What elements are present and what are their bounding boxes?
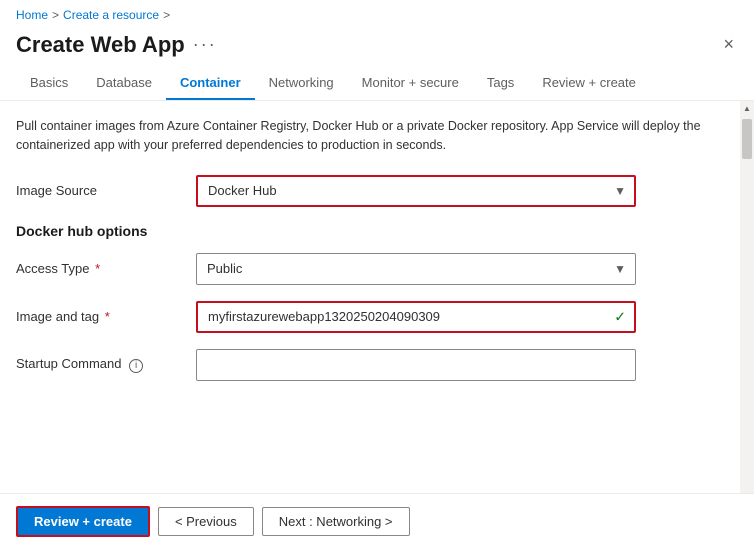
scroll-up-icon[interactable]: ▲ (740, 101, 754, 115)
scrollbar-thumb[interactable] (742, 119, 752, 159)
breadcrumb-sep1: > (52, 8, 59, 22)
tab-tags[interactable]: Tags (473, 67, 528, 100)
startup-command-row: Startup Command i (16, 349, 738, 381)
access-type-label: Access Type * (16, 261, 196, 276)
footer: Review + create < Previous Next : Networ… (0, 493, 754, 549)
access-type-row: Access Type * Public Private ▼ (16, 253, 738, 285)
review-create-button[interactable]: Review + create (16, 506, 150, 537)
scrollbar: ▲ ▼ (740, 101, 754, 535)
tab-monitor[interactable]: Monitor + secure (348, 67, 473, 100)
image-source-select[interactable]: Docker Hub Azure Container Registry Priv… (196, 175, 636, 207)
tab-database[interactable]: Database (82, 67, 166, 100)
tab-basics[interactable]: Basics (16, 67, 82, 100)
image-source-label: Image Source (16, 183, 196, 198)
section-description: Pull container images from Azure Contain… (16, 117, 738, 155)
page-header: Create Web App ··· × (0, 26, 754, 67)
tab-review-create[interactable]: Review + create (528, 67, 650, 100)
tab-networking[interactable]: Networking (255, 67, 348, 100)
tab-container[interactable]: Container (166, 67, 255, 100)
image-tag-check-icon: ✓ (614, 308, 626, 325)
image-tag-required-marker: * (105, 309, 110, 324)
startup-command-input[interactable] (196, 349, 636, 381)
close-button[interactable]: × (719, 30, 738, 59)
access-type-required-marker: * (95, 261, 100, 276)
image-source-row: Image Source Docker Hub Azure Container … (16, 175, 738, 207)
more-options-icon[interactable]: ··· (193, 34, 217, 55)
startup-command-label: Startup Command i (16, 356, 196, 373)
image-tag-label: Image and tag * (16, 309, 196, 324)
access-type-select[interactable]: Public Private (196, 253, 636, 285)
breadcrumb-create-resource[interactable]: Create a resource (63, 8, 159, 22)
tab-bar: Basics Database Container Networking Mon… (0, 67, 754, 101)
startup-info-icon[interactable]: i (129, 359, 143, 373)
image-tag-input[interactable] (196, 301, 636, 333)
image-tag-row: Image and tag * ✓ (16, 301, 738, 333)
page-title: Create Web App (16, 32, 185, 58)
docker-hub-section-title: Docker hub options (16, 223, 738, 239)
breadcrumb: Home > Create a resource > (0, 0, 754, 26)
main-content: Pull container images from Azure Contain… (0, 101, 754, 535)
breadcrumb-sep2: > (163, 8, 170, 22)
breadcrumb-home[interactable]: Home (16, 8, 48, 22)
previous-button[interactable]: < Previous (158, 507, 254, 536)
next-button[interactable]: Next : Networking > (262, 507, 410, 536)
